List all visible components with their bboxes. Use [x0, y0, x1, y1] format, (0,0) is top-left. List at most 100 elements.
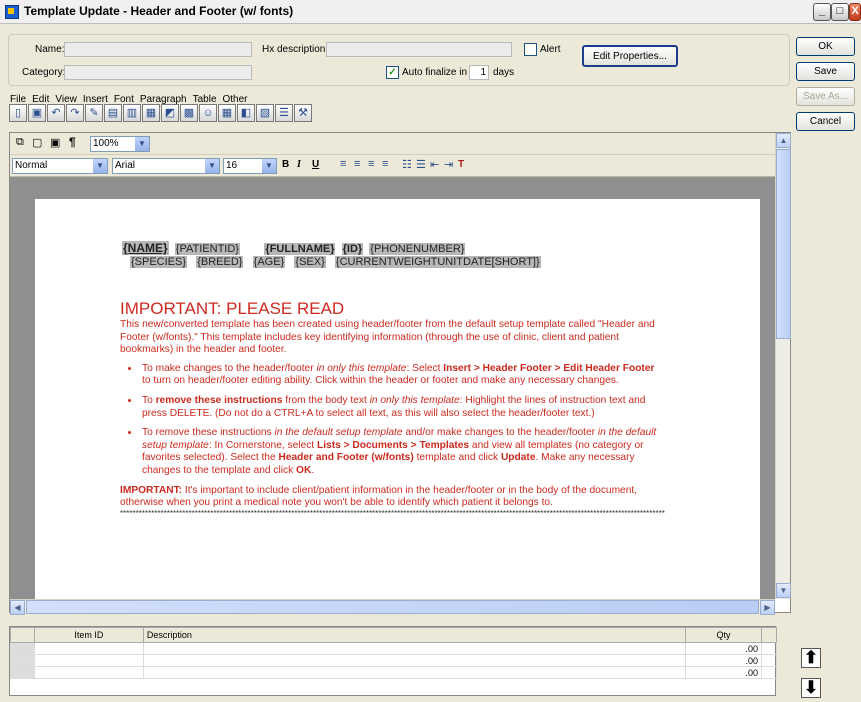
name-label: Name:	[35, 44, 65, 55]
header-line-1: {NAME} {PATIENTID} {FULLNAME} {ID} {PHON…	[122, 241, 466, 255]
window-title: Template Update - Header and Footer (w/ …	[24, 4, 294, 18]
align-center-icon[interactable]: ≡	[354, 158, 360, 170]
description-cell[interactable]	[142, 642, 687, 655]
close-button[interactable]: X	[849, 3, 861, 21]
scroll-down-icon[interactable]: ▼	[776, 583, 791, 598]
auto-finalize-days-field[interactable]: 1	[469, 65, 489, 80]
table-icon[interactable]: ▦	[142, 104, 160, 122]
page-layout-icon[interactable]: ⧉	[16, 136, 24, 149]
spell-icon[interactable]: ✎	[85, 104, 103, 122]
description-cell[interactable]	[142, 666, 687, 679]
redo-icon[interactable]: ↷	[66, 104, 84, 122]
minimize-button[interactable]: _	[813, 3, 831, 21]
form-icon[interactable]: ▧	[256, 104, 274, 122]
document-canvas: {NAME} {PATIENTID} {FULLNAME} {ID} {PHON…	[10, 177, 775, 599]
person-icon[interactable]: ☺	[199, 104, 217, 122]
alert-checkbox[interactable]	[524, 43, 537, 56]
paste-icon[interactable]: ▥	[123, 104, 141, 122]
hx-description-field[interactable]	[326, 42, 512, 57]
qty-cell[interactable]: .00	[685, 654, 762, 667]
ok-button[interactable]: OK	[796, 37, 855, 56]
scroll-up-icon[interactable]: ▲	[776, 133, 791, 148]
bookmark-breed: {BREED}	[196, 256, 244, 268]
chevron-down-icon[interactable]: ▼	[135, 137, 149, 151]
bookmark-weight: {CURRENTWEIGHTUNITDATE[SHORT]}	[334, 256, 541, 268]
style-select[interactable]: Normal ▼	[12, 158, 108, 174]
align-right-icon[interactable]: ≡	[368, 158, 374, 170]
intro-paragraph: This new/converted template has been cre…	[120, 319, 655, 356]
image-icon[interactable]: ◩	[161, 104, 179, 122]
zoom-select[interactable]: 100% ▼	[90, 136, 150, 152]
item-id-cell[interactable]	[33, 642, 144, 655]
column-header-description[interactable]: Description	[142, 627, 687, 643]
chevron-down-icon[interactable]: ▼	[205, 159, 219, 173]
list-icon[interactable]: ☰	[275, 104, 293, 122]
page-icon[interactable]: ▢	[32, 136, 42, 149]
chevron-down-icon[interactable]: ▼	[93, 159, 107, 173]
chart-icon[interactable]: ◧	[237, 104, 255, 122]
edit-properties-button[interactable]: Edit Properties...	[582, 45, 678, 67]
category-field[interactable]	[64, 65, 252, 80]
bullet-list-icon[interactable]: ☰	[416, 158, 426, 171]
underline-button[interactable]: U	[312, 159, 319, 170]
bookmark-name: {NAME}	[122, 241, 169, 255]
vertical-scrollbar[interactable]: ▲ ▼	[775, 133, 791, 599]
bookmark-sex: {SEX}	[294, 256, 326, 268]
save-button[interactable]: Save	[796, 62, 855, 81]
important-paragraph: IMPORTANT: It's important to include cli…	[120, 484, 638, 509]
decrease-indent-icon[interactable]: ⇤	[430, 158, 439, 171]
scroll-right-icon[interactable]: ▶	[760, 600, 775, 615]
qty-cell[interactable]: .00	[685, 666, 762, 679]
scroll-thumb[interactable]	[776, 149, 791, 339]
hx-description-label: Hx description:	[262, 44, 329, 55]
column-header-qty[interactable]: Qty	[685, 627, 762, 643]
document-page[interactable]: {NAME} {PATIENTID} {FULLNAME} {ID} {PHON…	[35, 199, 760, 599]
cancel-button[interactable]: Cancel	[796, 112, 855, 131]
preview-icon[interactable]: ▯	[9, 104, 27, 122]
table-row[interactable]: .00	[10, 654, 778, 667]
book-icon[interactable]: ▩	[180, 104, 198, 122]
qty-cell[interactable]: .00	[685, 642, 762, 655]
show-formatting-icon[interactable]: ¶	[69, 135, 76, 149]
auto-finalize-label: Auto finalize in	[402, 67, 468, 78]
table-row[interactable]: .00	[10, 666, 778, 679]
align-left-icon[interactable]: ≡	[340, 158, 346, 170]
move-down-arrow-icon[interactable]: ⬇	[801, 678, 821, 698]
hscroll-thumb[interactable]	[26, 600, 759, 614]
font-size-select[interactable]: 16 ▼	[223, 158, 277, 174]
save-icon[interactable]: ▣	[28, 104, 46, 122]
bookmark-id: {ID}	[341, 243, 364, 255]
description-cell[interactable]	[142, 654, 687, 667]
bookmark-species: {SPECIES}	[130, 256, 188, 268]
template-icon[interactable]: ▤	[104, 104, 122, 122]
table-row[interactable]: .00	[10, 642, 778, 655]
increase-indent-icon[interactable]: ⇥	[444, 158, 453, 171]
bookmark-age: {AGE}	[252, 256, 286, 268]
item-id-cell[interactable]	[33, 666, 144, 679]
justify-icon[interactable]: ≡	[382, 158, 388, 170]
item-id-cell[interactable]	[33, 654, 144, 667]
auto-finalize-checkbox[interactable]: ✓	[386, 66, 399, 79]
move-up-arrow-icon[interactable]: ⬆	[801, 648, 821, 668]
font-select[interactable]: Arial ▼	[112, 158, 220, 174]
name-field[interactable]	[64, 42, 252, 57]
row-header-cell	[10, 627, 35, 643]
column-header-item-id[interactable]: Item ID	[33, 627, 144, 643]
style-value: Normal	[15, 160, 48, 171]
important-label: IMPORTANT:	[120, 484, 183, 496]
text-color-button[interactable]: T	[458, 159, 464, 170]
undo-icon[interactable]: ↶	[47, 104, 65, 122]
tools-icon[interactable]: ⚒	[294, 104, 312, 122]
bold-button[interactable]: B	[282, 159, 289, 170]
grid-icon[interactable]: ▦	[218, 104, 236, 122]
horizontal-scrollbar[interactable]: ◀ ▶	[10, 599, 775, 615]
app-icon	[5, 5, 19, 19]
page-width-icon[interactable]: ▣	[50, 136, 60, 149]
maximize-button[interactable]: □	[831, 3, 849, 21]
chevron-down-icon[interactable]: ▼	[262, 159, 276, 173]
numbered-list-icon[interactable]: ☷	[402, 158, 412, 171]
scroll-left-icon[interactable]: ◀	[10, 600, 25, 615]
italic-button[interactable]: I	[297, 159, 301, 170]
editor-view-toolbar: ⧉ ▢ ▣ ¶ 100% ▼	[10, 133, 775, 155]
bookmark-patientid: {PATIENTID}	[174, 243, 240, 255]
